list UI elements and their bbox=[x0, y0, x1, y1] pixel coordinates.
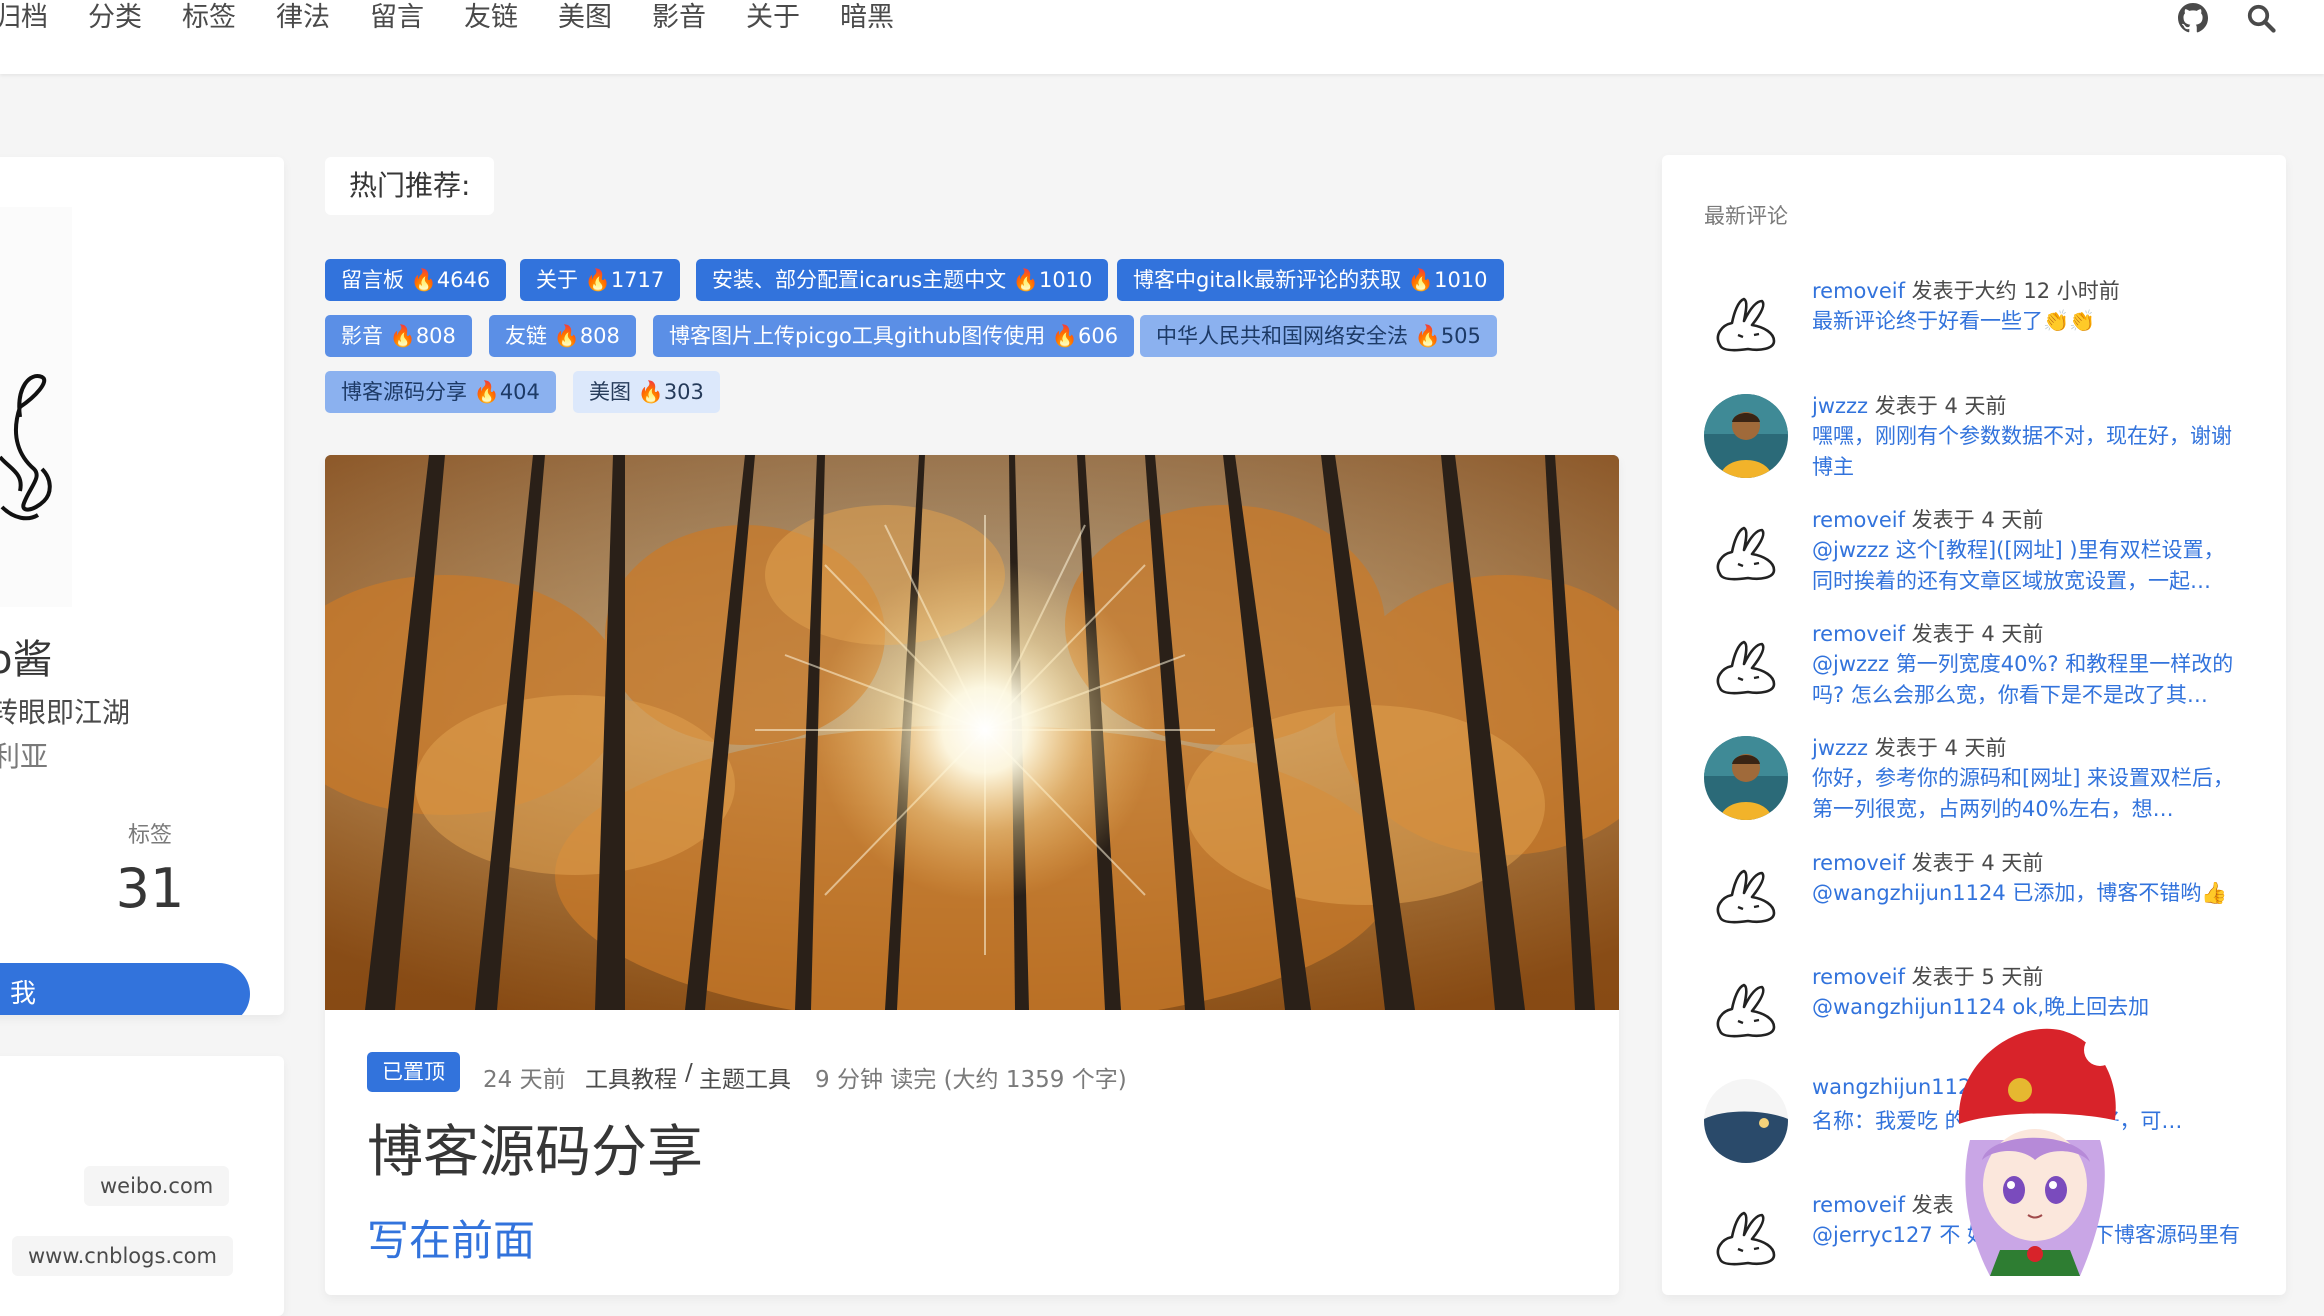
nav-item-about[interactable]: 关于 bbox=[746, 0, 800, 36]
tags-stat-label: 标签 bbox=[127, 823, 172, 848]
commenter-avatar[interactable] bbox=[1704, 851, 1788, 935]
hot-tag[interactable]: 友链 🔥808 bbox=[489, 315, 636, 357]
commenter-avatar[interactable] bbox=[1704, 736, 1788, 820]
commenter-name[interactable]: removeif bbox=[1812, 622, 1905, 646]
nav-item-categories[interactable]: 分类 bbox=[88, 0, 142, 36]
commenter-avatar[interactable] bbox=[1704, 279, 1788, 363]
nav-item-friends[interactable]: 友链 bbox=[464, 0, 518, 36]
comment-text[interactable]: 嘿嘿，刚刚有个参数数据不对，现在好，谢谢博主 bbox=[1812, 421, 2242, 483]
comment-header: removeif 发表于 4 天前 bbox=[1812, 618, 2043, 648]
nav-actions bbox=[2178, 0, 2276, 36]
commenter-name[interactable]: removeif bbox=[1812, 1193, 1905, 1217]
comment-text[interactable]: @jwzzz 这个[教程]([网址] )里有双栏设置，同时挨着的还有文章区域放宽… bbox=[1812, 535, 2242, 597]
comment-header: removeif 发表于 4 天前 bbox=[1812, 847, 2043, 877]
nav-item-media[interactable]: 影音 bbox=[652, 0, 706, 36]
post-date: 24 天前 bbox=[483, 1067, 566, 1093]
comment-time: 发表于 4 天前 bbox=[1874, 736, 2007, 760]
hot-tag[interactable]: 关于 🔥1717 bbox=[520, 259, 681, 301]
profile-card: o酱 转眼即江湖 利亚 标签 31 我 bbox=[0, 157, 284, 1015]
live2d-mascot[interactable] bbox=[1930, 1010, 2140, 1276]
nav-item-dark-mode[interactable]: 暗黑 bbox=[840, 0, 894, 36]
comment-time: 发表于 4 天前 bbox=[1874, 394, 2007, 418]
comment-header: jwzzz 发表于 4 天前 bbox=[1812, 390, 2007, 420]
post-cover-image[interactable] bbox=[325, 455, 1619, 1025]
hot-tag[interactable]: 留言板 🔥4646 bbox=[325, 259, 507, 301]
comment-time: 发表于 4 天前 bbox=[1911, 851, 2044, 875]
commenter-name[interactable]: jwzzz bbox=[1812, 394, 1868, 418]
widget-title: 最新评论 bbox=[1704, 204, 1788, 228]
pinned-badge: 已置顶 bbox=[367, 1052, 460, 1092]
commenter-avatar[interactable] bbox=[1704, 1079, 1788, 1163]
avatar bbox=[0, 207, 72, 607]
comment-text[interactable]: @jwzzz 第一列宽度40%? 和教程里一样改的吗? 怎么会那么宽，你看下是不… bbox=[1812, 649, 2242, 711]
comment-item: removeif 发表于 4 天前 @jwzzz 第一列宽度40%? 和教程里一样… bbox=[1704, 618, 2264, 728]
post-category[interactable]: 工具教程 bbox=[585, 1060, 677, 1094]
nav-item-tags[interactable]: 标签 bbox=[182, 0, 236, 36]
commenter-name[interactable]: removeif bbox=[1812, 965, 1905, 989]
commenter-avatar[interactable] bbox=[1704, 508, 1788, 592]
author-location: 利亚 bbox=[0, 740, 49, 773]
comment-text[interactable]: @wangzhijun1124 已添加，博客不错哟👍 bbox=[1812, 878, 2242, 909]
nav-item-message[interactable]: 留言 bbox=[370, 0, 424, 36]
comment-header: removeif 发表于 4 天前 bbox=[1812, 504, 2043, 534]
hot-tag[interactable]: 影音 🔥808 bbox=[325, 315, 472, 357]
comment-item: jwzzz 发表于 4 天前 嘿嘿，刚刚有个参数数据不对，现在好，谢谢博主 bbox=[1704, 390, 2264, 500]
comment-text[interactable]: 你好，参考你的源码和[网址] 来设置双栏后，第一列很宽，占两列的40%左右，想… bbox=[1812, 763, 2242, 825]
top-navbar: 归档 分类 标签 律法 留言 友链 美图 影音 关于 暗黑 bbox=[0, 0, 2324, 74]
link-cnblogs[interactable]: www.cnblogs.com bbox=[12, 1236, 233, 1276]
nav-item-gallery[interactable]: 美图 bbox=[558, 0, 612, 36]
hot-tag[interactable]: 博客源码分享 🔥404 bbox=[325, 371, 556, 413]
commenter-avatar[interactable] bbox=[1704, 1193, 1788, 1277]
comment-item: removeif 发表于 4 天前 @wangzhijun1124 已添加，博客不… bbox=[1704, 847, 2264, 957]
comment-header: removeif 发表于大约 12 小时前 bbox=[1812, 275, 2120, 305]
commenter-avatar[interactable] bbox=[1704, 965, 1788, 1049]
commenter-avatar[interactable] bbox=[1704, 394, 1788, 478]
comment-time: 发表于大约 12 小时前 bbox=[1911, 279, 2120, 303]
post-title[interactable]: 博客源码分享 bbox=[367, 1107, 703, 1188]
comment-item: removeif 发表于大约 12 小时前 最新评论终于好看一些了👏👏 bbox=[1704, 275, 2264, 385]
follow-button[interactable]: 我 bbox=[0, 963, 250, 1015]
link-weibo[interactable]: weibo.com bbox=[84, 1166, 230, 1206]
commenter-name[interactable]: removeif bbox=[1812, 279, 1905, 303]
nav-menu: 归档 分类 标签 律法 留言 友链 美图 影音 关于 暗黑 bbox=[0, 0, 934, 36]
hot-tag[interactable]: 安装、部分配置icarus主题中文 🔥1010 bbox=[696, 259, 1109, 301]
links-card: weibo.com www.cnblogs.com bbox=[0, 1056, 284, 1316]
author-bio: 转眼即江湖 bbox=[0, 696, 131, 729]
comment-time: 发表于 4 天前 bbox=[1911, 622, 2044, 646]
hot-tag[interactable]: 博客图片上传picgo工具github图传使用 🔥606 bbox=[653, 315, 1135, 357]
hot-recommend-title: 热门推荐: bbox=[325, 157, 495, 215]
author-name: o酱 bbox=[0, 637, 53, 683]
hot-tag[interactable]: 博客中gitalk最新评论的获取 🔥1010 bbox=[1117, 259, 1504, 301]
commenter-name[interactable]: removeif bbox=[1812, 851, 1905, 875]
hot-tag[interactable]: 美图 🔥303 bbox=[573, 371, 720, 413]
nav-item-archive[interactable]: 归档 bbox=[0, 0, 48, 36]
comment-header: removeif 发表于 5 天前 bbox=[1812, 961, 2043, 991]
hot-tag[interactable]: 中华人民共和国网络安全法 🔥505 bbox=[1140, 315, 1497, 357]
comment-time: 发表于 5 天前 bbox=[1911, 965, 2044, 989]
post-subheading: 写在前面 bbox=[367, 1216, 536, 1265]
comment-item: removeif 发表于 4 天前 @jwzzz 这个[教程]([网址] )里有双… bbox=[1704, 504, 2264, 614]
nav-item-law[interactable]: 律法 bbox=[276, 0, 330, 36]
tags-stat-value[interactable]: 31 bbox=[110, 857, 190, 920]
comment-header: jwzzz 发表于 4 天前 bbox=[1812, 732, 2007, 762]
commenter-avatar[interactable] bbox=[1704, 622, 1788, 706]
commenter-name[interactable]: jwzzz bbox=[1812, 736, 1868, 760]
post-read-time: 9 分钟 读完 (大约 1359 个字) bbox=[815, 1067, 1127, 1093]
commenter-name[interactable]: removeif bbox=[1812, 508, 1905, 532]
search-icon[interactable] bbox=[2246, 3, 2276, 33]
comment-item: jwzzz 发表于 4 天前 你好，参考你的源码和[网址] 来设置双栏后，第一列很… bbox=[1704, 732, 2264, 842]
comment-text[interactable]: 最新评论终于好看一些了👏👏 bbox=[1812, 306, 2242, 337]
post-card: 已置顶 24 天前 工具教程 / 主题工具 9 分钟 读完 (大约 1359 个… bbox=[325, 455, 1619, 1295]
post-subcategory[interactable]: 主题工具 bbox=[699, 1060, 791, 1094]
comment-time: 发表于 4 天前 bbox=[1911, 508, 2044, 532]
github-icon[interactable] bbox=[2178, 3, 2208, 33]
category-separator: / bbox=[685, 1060, 693, 1086]
